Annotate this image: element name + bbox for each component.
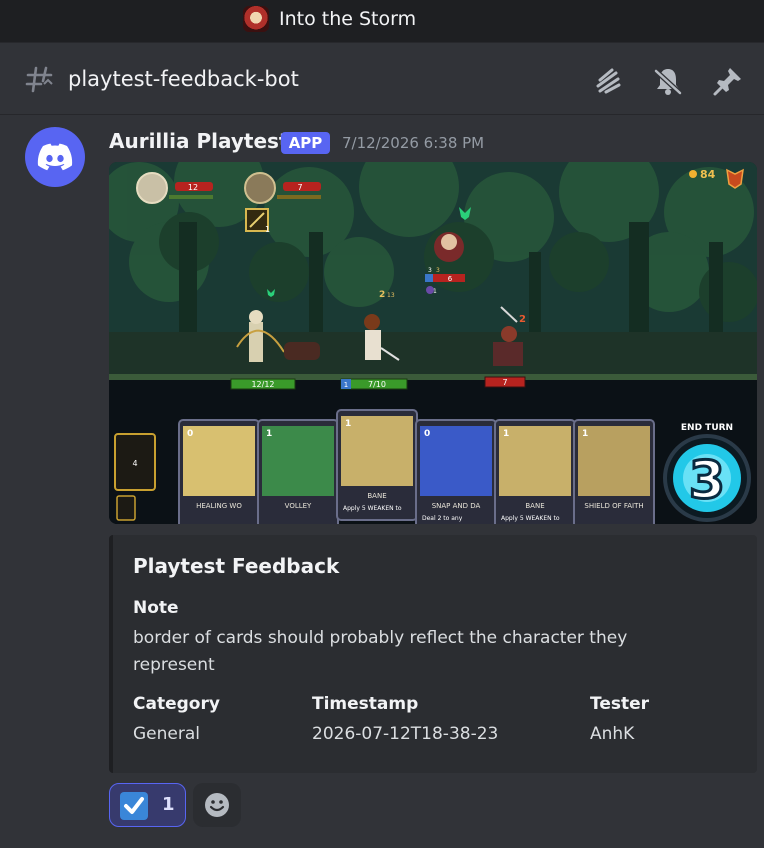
reaction-check[interactable]: 1 bbox=[109, 783, 186, 827]
message-timestamp[interactable]: 7/12/2026 6:38 PM bbox=[342, 134, 484, 152]
server-icon[interactable] bbox=[243, 6, 269, 32]
card-cost: 1 bbox=[503, 429, 509, 439]
discard-pile[interactable] bbox=[116, 495, 136, 521]
game-scene: 12 7 1 84 6 3 3 1 12/12 2 13 1 7/10 2 7 … bbox=[109, 162, 757, 524]
discord-logo-icon bbox=[37, 143, 73, 171]
ally-buff-count: 1 bbox=[265, 225, 270, 234]
channel-header: playtest-feedback-bot bbox=[0, 42, 764, 115]
category-field-name: Category bbox=[133, 694, 220, 714]
reaction-count: 1 bbox=[162, 794, 175, 815]
card-cost: 1 bbox=[345, 419, 351, 429]
category-field-value: General bbox=[133, 724, 200, 744]
hand-card[interactable]: 0 HEALING WO bbox=[178, 419, 260, 524]
hero-attack-sub: 13 bbox=[387, 292, 395, 299]
card-cost: 0 bbox=[424, 429, 430, 439]
hand-card[interactable]: 0 SNAP AND DA Deal 2 to any bbox=[415, 419, 497, 524]
enemy-top-debuff: 1 bbox=[433, 288, 437, 295]
card-cost: 1 bbox=[266, 429, 272, 439]
threads-icon[interactable] bbox=[592, 65, 624, 97]
draw-pile-count: 4 bbox=[132, 459, 137, 468]
hero-block: 1 bbox=[344, 381, 348, 389]
enemy-top-hp: 6 bbox=[448, 275, 453, 283]
hand-card[interactable]: 1 BANE Apply 5 WEAKEN to bbox=[494, 419, 576, 524]
pin-icon[interactable] bbox=[712, 65, 744, 97]
hand-card[interactable]: 1 BANE Apply 5 WEAKEN to bbox=[336, 409, 418, 521]
card-cost: 1 bbox=[582, 429, 588, 439]
timestamp-field-name: Timestamp bbox=[312, 694, 419, 714]
note-field-name: Note bbox=[133, 598, 179, 618]
ally1-hp: 12 bbox=[188, 183, 198, 192]
energy-count[interactable]: 3 bbox=[687, 450, 726, 513]
message-author[interactable]: Aurillia Playtest bbox=[109, 129, 288, 153]
ally2-hp: 7 bbox=[297, 183, 302, 192]
card-name: VOLLEY bbox=[285, 502, 312, 510]
card-cost: 0 bbox=[187, 429, 193, 439]
timestamp-field-value: 2026-07-12T18-38-23 bbox=[312, 724, 499, 744]
bot-avatar[interactable] bbox=[25, 127, 85, 187]
mute-bell-icon[interactable] bbox=[652, 65, 684, 97]
hand-card[interactable]: 1 VOLLEY bbox=[257, 419, 339, 524]
end-turn-label: END TURN bbox=[681, 423, 733, 433]
game-screenshot[interactable]: 12 7 1 84 6 3 3 1 12/12 2 13 1 7/10 2 7 … bbox=[109, 162, 757, 524]
hero-attack: 2 bbox=[379, 290, 385, 300]
card-art bbox=[499, 426, 571, 496]
card-art bbox=[341, 416, 413, 486]
card-art bbox=[420, 426, 492, 496]
card-name: SHIELD OF FAITH bbox=[584, 502, 643, 510]
channel-name: playtest-feedback-bot bbox=[68, 67, 299, 91]
card-text: Apply 5 WEAKEN to bbox=[343, 505, 402, 512]
card-name: BANE bbox=[525, 502, 544, 510]
window-title: Into the Storm bbox=[279, 8, 417, 30]
card-art bbox=[262, 426, 334, 496]
tester-field-value: AnhK bbox=[590, 724, 635, 744]
enemy-hp: 7 bbox=[502, 378, 507, 387]
add-reaction-button[interactable] bbox=[193, 783, 241, 827]
embed-title: Playtest Feedback bbox=[133, 554, 340, 578]
smiley-icon bbox=[205, 793, 229, 817]
card-name: SNAP AND DA bbox=[432, 502, 481, 510]
card-text: Apply 5 WEAKEN to bbox=[501, 515, 560, 522]
card-art bbox=[578, 426, 650, 496]
note-field-value: border of cards should probably reflect … bbox=[133, 628, 628, 675]
gold-count: 84 bbox=[700, 168, 716, 181]
card-text: Deal 2 to any bbox=[422, 515, 463, 522]
card-name: BANE bbox=[367, 492, 386, 500]
tester-field-name: Tester bbox=[590, 694, 650, 714]
enemy-intent: 2 bbox=[519, 314, 526, 325]
enemy-top-intent: 3 bbox=[436, 267, 440, 274]
feedback-embed: Playtest Feedback Note border of cards s… bbox=[109, 535, 757, 773]
hero-hp: 7/10 bbox=[368, 380, 386, 389]
app-badge: APP bbox=[281, 132, 330, 154]
check-mark-icon bbox=[120, 792, 148, 820]
card-art bbox=[183, 426, 255, 496]
card-name: HEALING WO bbox=[196, 502, 242, 510]
hand-card[interactable]: 1 SHIELD OF FAITH bbox=[573, 419, 655, 524]
text-channel-hash-icon bbox=[25, 66, 53, 93]
enemy-top-shield: 3 bbox=[428, 267, 432, 274]
archer-hp: 12/12 bbox=[251, 380, 274, 389]
window-titlebar: Into the Storm bbox=[0, 0, 764, 42]
